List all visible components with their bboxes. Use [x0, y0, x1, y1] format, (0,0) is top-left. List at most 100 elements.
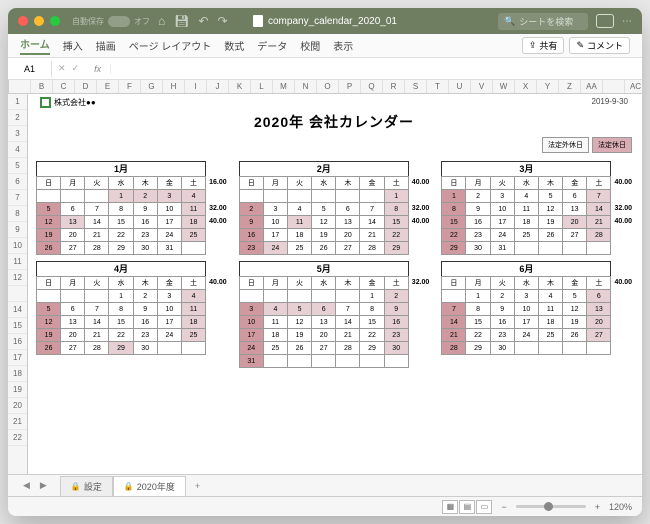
- day-cell[interactable]: 2: [133, 190, 157, 203]
- day-cell[interactable]: 14: [360, 216, 384, 229]
- col-header[interactable]: L: [251, 80, 273, 93]
- day-cell[interactable]: 5: [563, 290, 587, 303]
- row-header[interactable]: 11: [8, 254, 27, 270]
- row-header[interactable]: 16: [8, 334, 27, 350]
- day-cell[interactable]: 11: [181, 203, 205, 216]
- day-cell[interactable]: 20: [61, 329, 85, 342]
- grid-area[interactable]: 株式会社●● 2019-9-30 2020年 会社カレンダー 法定外休日 法定休…: [28, 94, 642, 474]
- day-cell[interactable]: [538, 342, 562, 355]
- day-cell[interactable]: 2: [239, 203, 263, 216]
- col-header[interactable]: V: [471, 80, 493, 93]
- day-cell[interactable]: 14: [587, 203, 611, 216]
- day-cell[interactable]: [336, 355, 360, 368]
- day-cell[interactable]: 23: [133, 229, 157, 242]
- day-cell[interactable]: [336, 290, 360, 303]
- day-cell[interactable]: 12: [563, 303, 587, 316]
- day-cell[interactable]: 29: [360, 342, 384, 355]
- day-cell[interactable]: 25: [538, 329, 562, 342]
- autosave-toggle[interactable]: [108, 16, 130, 27]
- day-cell[interactable]: 12: [312, 216, 336, 229]
- col-header[interactable]: K: [229, 80, 251, 93]
- day-cell[interactable]: 8: [360, 303, 384, 316]
- col-header[interactable]: R: [383, 80, 405, 93]
- day-cell[interactable]: [312, 355, 336, 368]
- day-cell[interactable]: 9: [133, 203, 157, 216]
- zoom-level[interactable]: 120%: [609, 502, 632, 512]
- day-cell[interactable]: [312, 190, 336, 203]
- col-header[interactable]: F: [119, 80, 141, 93]
- col-header[interactable]: AC: [625, 80, 642, 93]
- minimize-button[interactable]: [34, 16, 44, 26]
- day-cell[interactable]: 8: [109, 203, 133, 216]
- day-cell[interactable]: [514, 342, 538, 355]
- day-cell[interactable]: 27: [61, 242, 85, 255]
- day-cell[interactable]: 15: [442, 216, 466, 229]
- active-cell-indicator[interactable]: [40, 97, 51, 108]
- day-cell[interactable]: [61, 290, 85, 303]
- row-header[interactable]: [8, 286, 27, 302]
- day-cell[interactable]: 11: [263, 316, 287, 329]
- day-cell[interactable]: 2: [133, 290, 157, 303]
- day-cell[interactable]: 30: [466, 242, 490, 255]
- col-header[interactable]: E: [97, 80, 119, 93]
- row-header[interactable]: 10: [8, 238, 27, 254]
- col-header[interactable]: O: [317, 80, 339, 93]
- day-cell[interactable]: 14: [85, 216, 109, 229]
- row-header[interactable]: 2: [8, 110, 27, 126]
- maximize-button[interactable]: [50, 16, 60, 26]
- day-cell[interactable]: 26: [312, 242, 336, 255]
- day-cell[interactable]: 26: [563, 329, 587, 342]
- day-cell[interactable]: 11: [287, 216, 311, 229]
- day-cell[interactable]: 6: [312, 303, 336, 316]
- day-cell[interactable]: 9: [384, 303, 408, 316]
- row-header[interactable]: 7: [8, 190, 27, 206]
- day-cell[interactable]: 7: [85, 303, 109, 316]
- day-cell[interactable]: [61, 190, 85, 203]
- day-cell[interactable]: 6: [587, 290, 611, 303]
- day-cell[interactable]: 28: [442, 342, 466, 355]
- day-cell[interactable]: 13: [563, 203, 587, 216]
- col-header[interactable]: P: [339, 80, 361, 93]
- day-cell[interactable]: [287, 190, 311, 203]
- view-layout[interactable]: ▤: [459, 500, 475, 514]
- day-cell[interactable]: 9: [239, 216, 263, 229]
- day-cell[interactable]: 4: [287, 203, 311, 216]
- day-cell[interactable]: 3: [490, 190, 514, 203]
- day-cell[interactable]: 10: [157, 203, 181, 216]
- day-cell[interactable]: 8: [109, 303, 133, 316]
- day-cell[interactable]: 25: [514, 229, 538, 242]
- day-cell[interactable]: 27: [336, 242, 360, 255]
- close-button[interactable]: [18, 16, 28, 26]
- day-cell[interactable]: 17: [239, 329, 263, 342]
- day-cell[interactable]: 1: [360, 290, 384, 303]
- day-cell[interactable]: 3: [263, 203, 287, 216]
- day-cell[interactable]: 13: [312, 316, 336, 329]
- col-header[interactable]: D: [75, 80, 97, 93]
- sync-icon[interactable]: [596, 14, 614, 28]
- zoom-in[interactable]: +: [595, 502, 600, 512]
- row-header[interactable]: 14: [8, 302, 27, 318]
- day-cell[interactable]: [514, 242, 538, 255]
- day-cell[interactable]: 19: [563, 316, 587, 329]
- sheet-tab-settings[interactable]: 🔒設定: [60, 476, 113, 496]
- day-cell[interactable]: 15: [384, 216, 408, 229]
- confirm-icon[interactable]: ✓: [72, 63, 80, 74]
- day-cell[interactable]: 24: [490, 229, 514, 242]
- row-header[interactable]: 1: [8, 94, 27, 110]
- day-cell[interactable]: 4: [263, 303, 287, 316]
- day-cell[interactable]: 18: [287, 229, 311, 242]
- day-cell[interactable]: 12: [538, 203, 562, 216]
- day-cell[interactable]: 13: [61, 316, 85, 329]
- day-cell[interactable]: 7: [360, 203, 384, 216]
- day-cell[interactable]: 5: [37, 303, 61, 316]
- add-sheet-button[interactable]: +: [186, 481, 209, 491]
- day-cell[interactable]: [37, 190, 61, 203]
- day-cell[interactable]: 21: [336, 329, 360, 342]
- day-cell[interactable]: 26: [538, 229, 562, 242]
- day-cell[interactable]: 10: [157, 303, 181, 316]
- day-cell[interactable]: 29: [109, 342, 133, 355]
- day-cell[interactable]: 22: [442, 229, 466, 242]
- day-cell[interactable]: 23: [490, 329, 514, 342]
- day-cell[interactable]: 18: [514, 216, 538, 229]
- col-header[interactable]: T: [427, 80, 449, 93]
